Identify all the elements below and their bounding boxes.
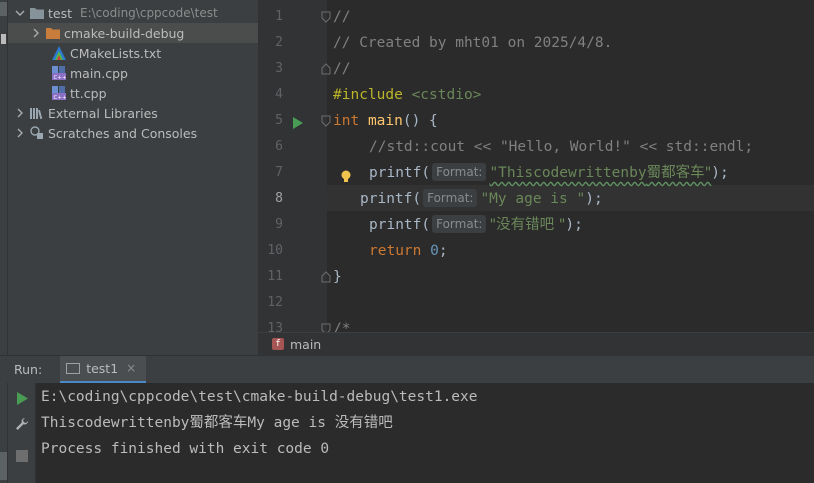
fold-marker-icon[interactable] <box>321 323 331 332</box>
structure-tool-button[interactable] <box>0 452 7 480</box>
wrench-icon[interactable] <box>15 417 29 431</box>
line-number: 1 <box>275 9 283 24</box>
line-number: 7 <box>275 165 283 180</box>
console-line: Process finished with exit code 0 <box>41 441 330 457</box>
function-icon: f <box>272 338 284 350</box>
line-number: 3 <box>275 61 283 76</box>
fold-marker-icon[interactable] <box>321 115 331 127</box>
line-number: 2 <box>275 35 283 50</box>
code-line-10: return 0; <box>369 243 448 259</box>
svg-text:C++: C++ <box>54 95 67 100</box>
code-editor[interactable]: 1 2 3 4 5 6 7 8 9 10 11 12 13 // // Crea… <box>258 0 814 332</box>
left-tool-strip <box>0 0 8 483</box>
run-panel-title: Run: <box>14 362 43 377</box>
line-number-current: 8 <box>275 191 283 206</box>
line-number: 11 <box>267 269 283 284</box>
tree-item-tt-cpp[interactable]: C++ tt.cpp <box>8 83 258 103</box>
run-config-icon <box>66 362 81 374</box>
line-number: 5 <box>275 113 283 128</box>
parameter-hint: Format: <box>432 163 487 181</box>
line-number: 12 <box>267 295 283 310</box>
line-number: 9 <box>275 217 283 232</box>
code-line-9: printf(Format: "没有错吧 "); <box>369 215 583 233</box>
tree-item-cmake-build-debug[interactable]: cmake-build-debug <box>8 23 258 43</box>
cpp-file-icon: C++ <box>52 86 66 100</box>
tree-item-label: tt.cpp <box>70 85 107 101</box>
line-number: 13 <box>267 321 283 332</box>
project-tool-button[interactable] <box>0 2 7 16</box>
parameter-hint: Format: <box>432 215 487 233</box>
line-number: 6 <box>275 139 283 154</box>
tree-item-label: CMakeLists.txt <box>70 45 162 61</box>
run-tab-label: test1 <box>86 360 119 376</box>
root-name: test <box>48 5 73 21</box>
console-line: E:\coding\cppcode\test\cmake-build-debug… <box>41 389 478 405</box>
run-panel-header: Run: test1 × <box>0 355 814 384</box>
editor-gutter: 1 2 3 4 5 6 7 8 9 10 11 12 13 <box>259 0 351 332</box>
bookmark-tool-button[interactable] <box>1 34 6 44</box>
tree-item-scratches[interactable]: Scratches and Consoles <box>8 123 258 143</box>
scratches-icon <box>30 126 44 140</box>
run-gutter-icon[interactable] <box>293 114 303 133</box>
tree-item-label: External Libraries <box>48 105 158 121</box>
fold-marker-icon[interactable] <box>321 11 331 23</box>
tree-item-main-cpp[interactable]: C++ main.cpp <box>8 63 258 83</box>
console-line: Thiscodewrittenby蜀都客车My age is 没有错吧 <box>41 415 393 431</box>
code-line-4: #include <cstdio> <box>333 87 482 103</box>
folder-icon <box>30 6 44 20</box>
line-number: 4 <box>275 87 283 102</box>
line-number: 10 <box>267 243 283 258</box>
chevron-down-icon[interactable] <box>14 7 26 19</box>
breadcrumb[interactable]: f main <box>258 332 814 355</box>
project-tree: test E:\coding\cppcode\test cmake-build-… <box>8 0 258 355</box>
tree-item-label: cmake-build-debug <box>64 25 185 41</box>
console-output[interactable]: E:\coding\cppcode\test\cmake-build-debug… <box>36 383 814 483</box>
chevron-right-icon[interactable] <box>14 127 26 139</box>
chevron-right-icon[interactable] <box>14 107 26 119</box>
code-line-1: // <box>333 9 351 25</box>
svg-text:C++: C++ <box>54 75 67 80</box>
breadcrumb-function[interactable]: main <box>290 337 321 352</box>
tree-item-label: Scratches and Consoles <box>48 125 198 141</box>
tree-root[interactable]: test E:\coding\cppcode\test <box>8 3 258 23</box>
fold-marker-icon[interactable] <box>321 63 331 75</box>
cmake-icon <box>52 46 66 60</box>
chevron-right-icon[interactable] <box>30 27 42 39</box>
tree-item-label: main.cpp <box>70 65 128 81</box>
libraries-icon <box>30 106 44 120</box>
cpp-file-icon: C++ <box>52 66 66 80</box>
parameter-hint: Format: <box>423 189 478 207</box>
code-line-11: } <box>333 269 342 285</box>
root-path: E:\coding\cppcode\test <box>80 6 218 20</box>
folder-icon <box>46 26 60 40</box>
code-line-7: printf(Format: "Thiscodewrittenby蜀都客车"); <box>369 163 729 181</box>
run-tab-test1[interactable]: test1 × <box>60 355 147 384</box>
run-toolbar <box>8 383 36 483</box>
rerun-icon[interactable] <box>15 391 29 405</box>
code-area[interactable]: // // Created by mht01 on 2025/4/8. // #… <box>333 0 814 332</box>
code-line-8: printf(Format: "My age is "); <box>360 189 603 207</box>
code-line-6: //std::cout << "Hello, World!" << std::e… <box>369 139 754 155</box>
code-line-13: /* <box>333 321 351 332</box>
stop-icon[interactable] <box>15 449 29 463</box>
code-line-2: // Created by mht01 on 2025/4/8. <box>333 35 613 51</box>
code-line-5: int main() { <box>333 113 438 129</box>
fold-marker-icon[interactable] <box>321 271 331 283</box>
code-line-3: // <box>333 61 351 77</box>
tree-item-cmakelists[interactable]: CMakeLists.txt <box>8 43 258 63</box>
close-icon[interactable]: × <box>126 361 136 375</box>
tree-item-external-libraries[interactable]: External Libraries <box>8 103 258 123</box>
